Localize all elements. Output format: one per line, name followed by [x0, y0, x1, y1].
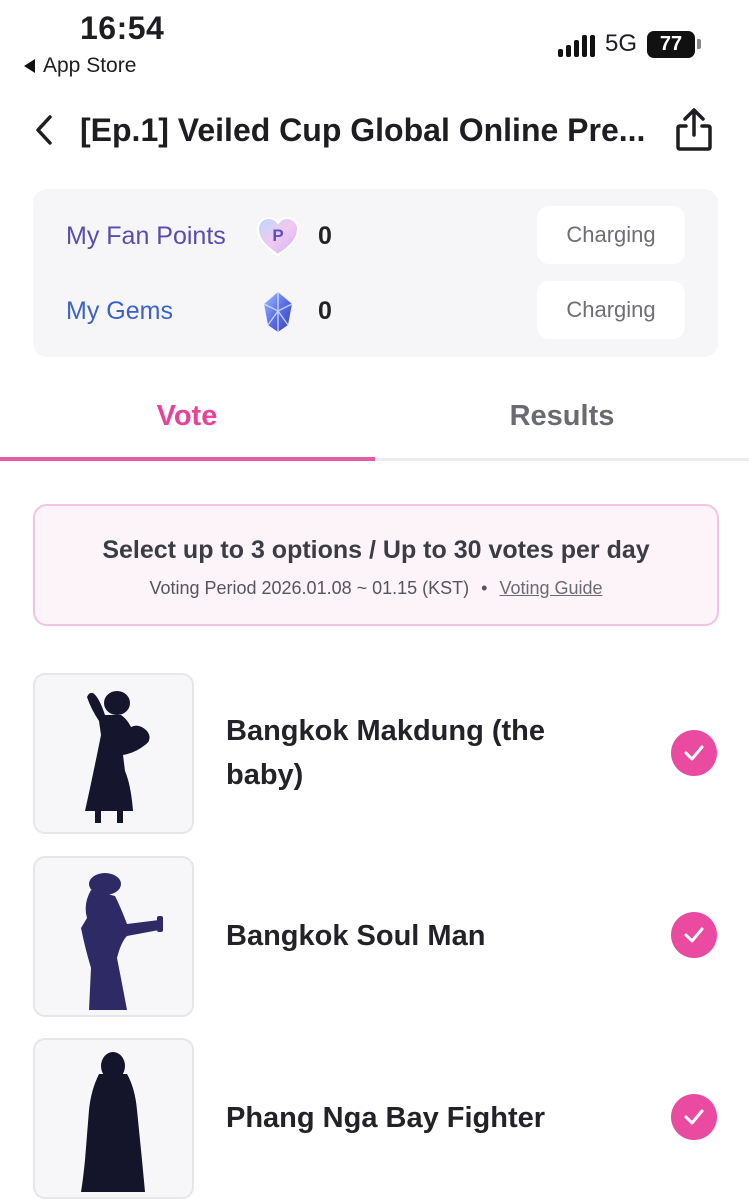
candidate-name: Bangkok Makdung (the baby): [226, 715, 546, 791]
tab-vote[interactable]: Vote: [0, 380, 374, 452]
tab-results[interactable]: Results: [375, 380, 749, 452]
fan-points-row: My Fan Points P 0 Charging: [33, 206, 718, 266]
status-indicators: 5G 77: [557, 30, 701, 58]
status-time: 16:54: [80, 10, 165, 46]
battery-level: 77: [647, 30, 695, 58]
candidate-name: Bangkok Soul Man: [226, 920, 486, 952]
candidate-name: Phang Nga Bay Fighter: [226, 1102, 546, 1134]
back-to-app-store[interactable]: App Store: [24, 54, 136, 78]
fan-point-heart-icon: P: [256, 216, 300, 257]
check-icon[interactable]: [671, 730, 717, 776]
battery-icon: 77: [647, 30, 701, 58]
back-button[interactable]: [26, 108, 62, 152]
fan-point-letter: P: [272, 226, 283, 245]
back-triangle-icon: [24, 59, 35, 73]
tab-bar: Vote Results: [0, 380, 749, 462]
gems-row: My Gems 0 Charging: [33, 281, 718, 341]
points-card: My Fan Points P 0 Charging My Gems 0 Cha…: [33, 189, 718, 357]
active-tab-indicator: [0, 457, 375, 461]
check-icon[interactable]: [671, 912, 717, 958]
candidate-item[interactable]: Phang Nga Bay Fighter: [33, 1038, 718, 1199]
candidate-item[interactable]: Bangkok Makdung (the baby): [33, 673, 718, 834]
voting-rules: Select up to 3 options / Up to 30 votes …: [102, 536, 650, 564]
fan-points-label: My Fan Points: [66, 222, 226, 250]
gem-icon: [263, 292, 293, 332]
share-icon: [676, 108, 712, 151]
page-title: [Ep.1] Veiled Cup Global Online Pre...: [80, 112, 646, 148]
gems-value: 0: [318, 297, 332, 325]
fan-points-charging-button[interactable]: Charging: [537, 206, 685, 264]
candidate-silhouette-image: [33, 1038, 194, 1199]
candidate-silhouette-image: [33, 673, 194, 834]
gems-charging-button[interactable]: Charging: [537, 281, 685, 339]
chevron-left-icon: [36, 115, 52, 145]
share-button[interactable]: [670, 104, 718, 156]
voting-period-line: Voting Period 2026.01.08 ~ 01.15 (KST) • V…: [35, 578, 717, 599]
check-icon[interactable]: [671, 1094, 717, 1140]
gems-label: My Gems: [66, 297, 173, 325]
voting-guide-link[interactable]: Voting Guide: [499, 578, 602, 598]
voting-notice: Select up to 3 options / Up to 30 votes …: [33, 504, 719, 626]
separator-dot: •: [481, 578, 488, 598]
cellular-signal-icon: [557, 31, 595, 57]
fan-points-value: 0: [318, 222, 332, 250]
page-header: [Ep.1] Veiled Cup Global Online Pre...: [0, 100, 749, 162]
candidate-silhouette-image: [33, 856, 194, 1017]
network-type: 5G: [604, 30, 637, 57]
back-app-label: App Store: [43, 54, 137, 77]
voting-period: Voting Period 2026.01.08 ~ 01.15 (KST): [149, 578, 470, 598]
candidate-item[interactable]: Bangkok Soul Man: [33, 856, 718, 1017]
